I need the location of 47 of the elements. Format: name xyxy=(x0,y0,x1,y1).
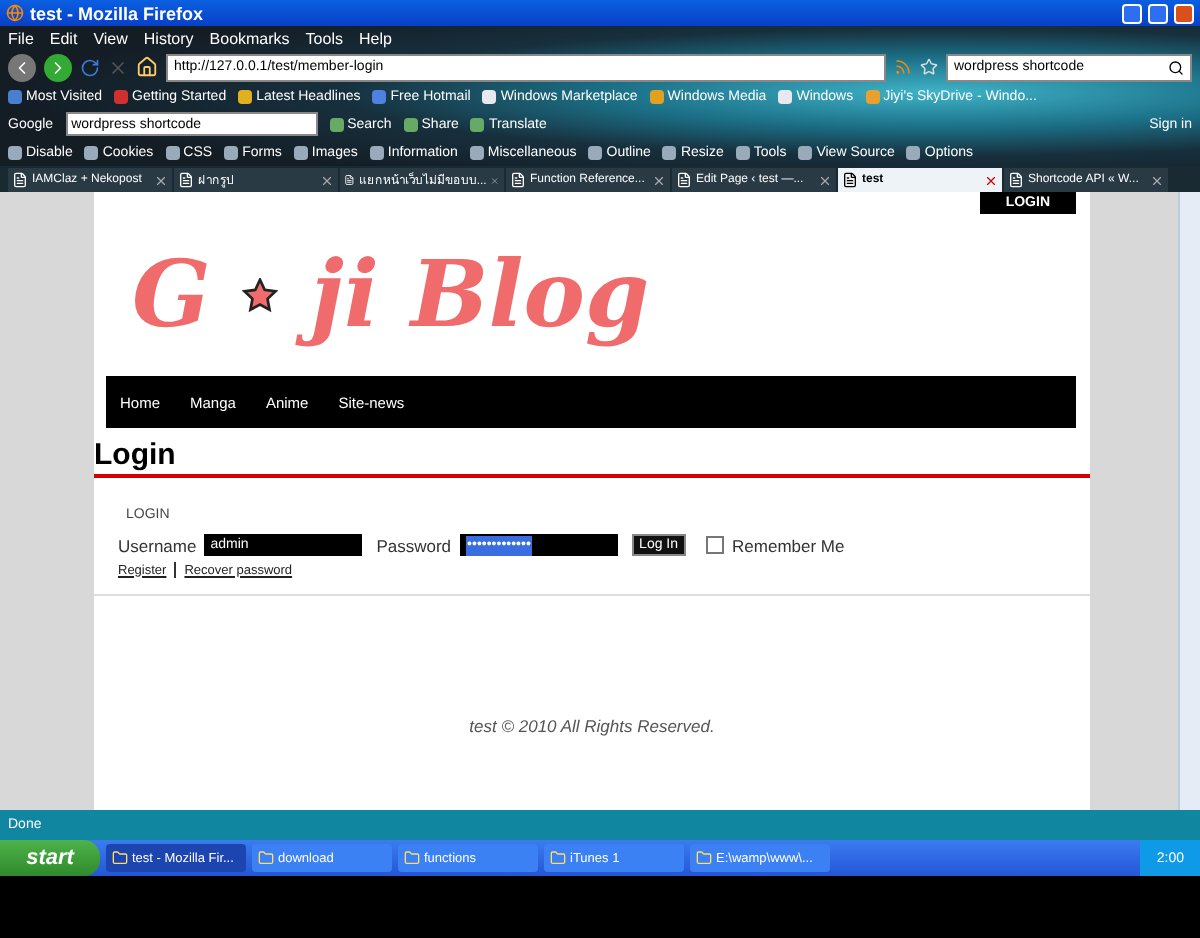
close-icon[interactable] xyxy=(652,173,666,187)
folder-icon xyxy=(404,850,420,866)
page-icon xyxy=(842,172,858,188)
username-label: Username xyxy=(118,535,197,555)
star-icon xyxy=(242,277,279,313)
blog-logo: G xyxy=(130,238,213,353)
remember-label: Remember Me xyxy=(732,535,845,555)
forward-button[interactable] xyxy=(44,53,72,81)
folder-icon xyxy=(696,850,712,866)
reload-icon[interactable] xyxy=(80,57,100,77)
password-label: Password xyxy=(376,535,452,555)
close-icon[interactable] xyxy=(154,173,168,187)
search-icon[interactable] xyxy=(1168,59,1184,75)
close-icon[interactable] xyxy=(1150,173,1164,187)
page-icon xyxy=(178,172,194,188)
menu-item[interactable]: View xyxy=(93,29,128,47)
menu-item[interactable]: Bookmarks xyxy=(209,29,290,47)
folder-icon xyxy=(258,850,274,866)
page-icon xyxy=(344,172,355,188)
menu-item[interactable]: File xyxy=(8,29,34,47)
close-icon[interactable] xyxy=(818,173,832,187)
close-button[interactable] xyxy=(1174,3,1194,23)
star-icon[interactable] xyxy=(920,58,938,76)
page-icon xyxy=(676,172,692,188)
window-title: test - Mozilla Firefox xyxy=(30,3,206,23)
page-icon xyxy=(510,172,526,188)
minimize-button[interactable] xyxy=(1122,3,1142,23)
scrollbar[interactable] xyxy=(1178,192,1200,810)
folder-icon xyxy=(550,850,566,866)
maximize-button[interactable] xyxy=(1148,3,1168,23)
page-icon xyxy=(1008,172,1024,188)
remember-checkbox[interactable] xyxy=(706,536,725,554)
close-icon[interactable] xyxy=(320,173,334,187)
close-icon[interactable] xyxy=(490,173,500,187)
blog-logo: ji Blog xyxy=(290,228,670,362)
home-icon[interactable] xyxy=(136,56,158,78)
page-heading: Login xyxy=(94,438,1090,478)
page-icon xyxy=(12,172,28,188)
menu-item[interactable]: Tools xyxy=(305,29,343,47)
menu-item[interactable]: Edit xyxy=(49,29,78,47)
folder-icon xyxy=(112,850,128,866)
back-button[interactable] xyxy=(8,53,36,81)
menu-item[interactable]: Help xyxy=(358,29,392,47)
rss-icon xyxy=(894,58,912,76)
close-icon[interactable] xyxy=(984,173,998,187)
menu-item[interactable]: History xyxy=(143,29,194,47)
footer-text: test © 2010 All Rights Reserved. xyxy=(467,716,717,736)
